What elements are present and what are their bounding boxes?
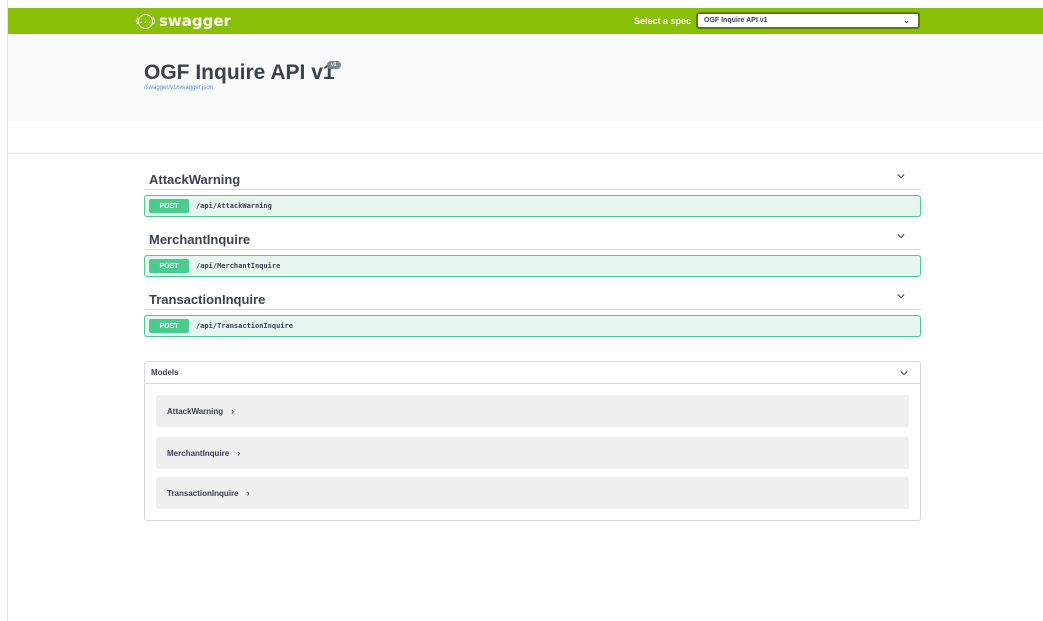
model-label: AttackWarning	[167, 407, 224, 416]
opblock-post-transactioninquire[interactable]: POST /api/TransactionInquire	[144, 315, 921, 337]
tag-header-attackwarning[interactable]: AttackWarning	[144, 168, 921, 190]
models-section: Models AttackWarning › MerchantInquire › T…	[144, 361, 921, 521]
chevron-down-icon: ⌄	[903, 16, 910, 25]
chevron-right-icon: ›	[237, 448, 241, 458]
tag-header-merchantinquire[interactable]: MerchantInquire	[144, 228, 921, 250]
tag-name: MerchantInquire	[149, 232, 251, 247]
model-name: TransactionInquire ›	[167, 488, 250, 498]
api-title: OGF Inquire API v1	[144, 61, 335, 84]
spec-select-value: OGF Inquire API v1	[704, 17, 768, 24]
model-label: MerchantInquire	[167, 449, 230, 458]
spec-url-link[interactable]: /swagger/v1/swagger.json	[144, 85, 213, 91]
model-label: TransactionInquire	[167, 489, 239, 498]
spec-select-label: Select a spec	[634, 16, 692, 26]
swagger-page: {...} swagger Select a spec OGF Inquire …	[0, 0, 1043, 621]
model-name: MerchantInquire ›	[167, 448, 240, 458]
chevron-right-icon: ›	[231, 406, 235, 416]
method-badge: POST	[149, 319, 189, 333]
model-name: AttackWarning ›	[167, 406, 234, 416]
opblock-post-merchantinquire[interactable]: POST /api/MerchantInquire	[144, 255, 921, 277]
chevron-right-icon: ›	[246, 488, 250, 498]
tag-name: AttackWarning	[149, 172, 241, 187]
method-badge: POST	[149, 199, 189, 213]
model-item-merchantinquire[interactable]: MerchantInquire ›	[156, 437, 909, 469]
opblock-post-attackwarning[interactable]: POST /api/AttackWarning	[144, 195, 921, 217]
version-badge: v1	[327, 61, 341, 69]
model-item-transactioninquire[interactable]: TransactionInquire ›	[156, 477, 909, 509]
models-title: Models	[151, 368, 179, 377]
swagger-logo[interactable]: {...} swagger	[135, 12, 231, 30]
operation-path: /api/TransactionInquire	[196, 322, 293, 330]
swagger-logo-icon: {...}	[135, 13, 156, 29]
spec-select[interactable]: OGF Inquire API v1 ⌄	[696, 12, 920, 29]
model-item-attackwarning[interactable]: AttackWarning ›	[156, 395, 909, 427]
tag-name: TransactionInquire	[149, 292, 266, 307]
chevron-down-icon	[897, 294, 905, 299]
method-badge: POST	[149, 259, 189, 273]
models-header[interactable]: Models	[145, 362, 920, 384]
logo-text: swagger	[159, 12, 231, 30]
chevron-down-icon	[897, 234, 905, 239]
chevron-down-icon	[897, 174, 905, 179]
operation-path: /api/AttackWarning	[196, 202, 272, 210]
chevron-down-icon	[900, 371, 908, 376]
tag-header-transactioninquire[interactable]: TransactionInquire	[144, 288, 921, 310]
section-divider	[8, 153, 1043, 154]
operation-path: /api/MerchantInquire	[196, 262, 281, 270]
